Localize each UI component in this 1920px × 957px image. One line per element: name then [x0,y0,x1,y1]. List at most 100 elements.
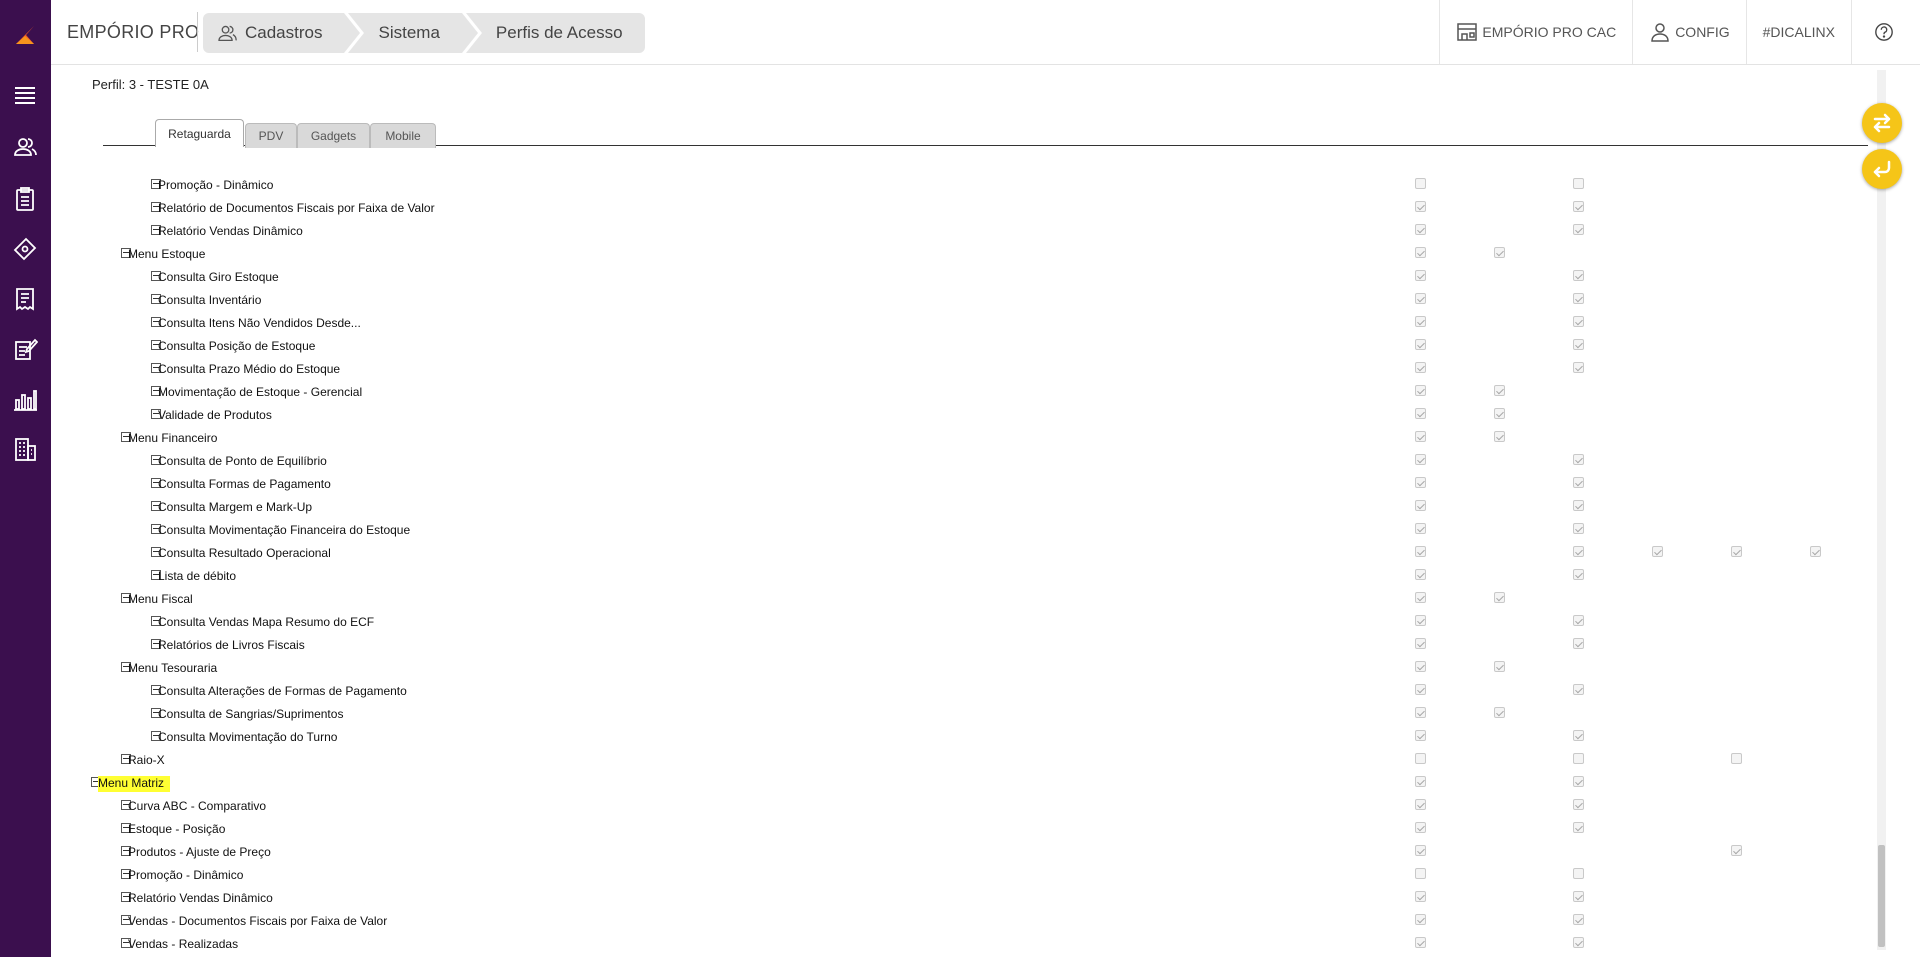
permission-checkbox[interactable] [1415,937,1426,948]
permission-checkbox[interactable] [1573,178,1584,189]
permission-checkbox[interactable] [1573,339,1584,350]
linx-logo-icon[interactable] [12,22,38,48]
permission-checkbox[interactable] [1415,385,1426,396]
permission-checkbox[interactable] [1573,937,1584,948]
permission-checkbox[interactable] [1573,891,1584,902]
permission-checkbox[interactable] [1415,891,1426,902]
permission-checkbox[interactable] [1415,638,1426,649]
help-button[interactable] [1851,0,1920,64]
tab-mobile[interactable]: Mobile [370,123,436,148]
breadcrumb-perfis-de-acesso[interactable]: Perfis de Acesso [465,13,645,53]
breadcrumb-sistema[interactable]: Sistema [348,13,479,53]
permission-checkbox[interactable] [1573,500,1584,511]
permission-checkbox[interactable] [1494,431,1505,442]
permission-checkbox[interactable] [1494,247,1505,258]
chart-icon[interactable] [12,386,38,412]
tag-icon[interactable] [12,236,38,262]
permission-checkbox[interactable] [1573,224,1584,235]
permission-checkbox[interactable] [1810,546,1821,557]
permission-checkbox[interactable] [1573,776,1584,787]
permission-checkbox[interactable] [1415,845,1426,856]
permission-checkbox[interactable] [1573,730,1584,741]
permission-checkbox[interactable] [1415,454,1426,465]
permission-checkbox[interactable] [1573,201,1584,212]
scrollbar-thumb[interactable] [1878,845,1885,947]
clipboard-icon[interactable] [12,186,38,212]
permission-checkbox[interactable] [1494,408,1505,419]
permission-checkbox[interactable] [1573,477,1584,488]
permission-checkbox[interactable] [1415,362,1426,373]
permission-checkbox[interactable] [1573,914,1584,925]
permission-checkbox[interactable] [1731,753,1742,764]
permission-checkbox[interactable] [1415,178,1426,189]
permission-checkbox[interactable] [1573,270,1584,281]
permission-checkbox[interactable] [1415,661,1426,672]
permission-checkbox[interactable] [1573,569,1584,580]
profile-label: Perfil: 3 - TESTE 0A [92,77,209,92]
permission-checkbox[interactable] [1415,914,1426,925]
permission-checkbox[interactable] [1415,523,1426,534]
permission-checkbox[interactable] [1415,684,1426,695]
building-icon[interactable] [12,436,38,462]
tab-pdv[interactable]: PDV [245,123,297,148]
config-link[interactable]: CONFIG [1632,0,1745,64]
permission-checkbox[interactable] [1415,224,1426,235]
permission-checkbox[interactable] [1573,523,1584,534]
tab-label: PDV [258,129,284,143]
permission-checkbox[interactable] [1415,753,1426,764]
permission-checkbox[interactable] [1415,408,1426,419]
permission-checkbox[interactable] [1415,247,1426,258]
permission-checkbox[interactable] [1731,546,1742,557]
permission-checkbox[interactable] [1415,730,1426,741]
permission-checkbox[interactable] [1415,799,1426,810]
permission-checkbox[interactable] [1415,293,1426,304]
permission-checkbox[interactable] [1415,477,1426,488]
permission-checkbox[interactable] [1573,293,1584,304]
permission-checkbox[interactable] [1652,546,1663,557]
tab-retaguarda[interactable]: Retaguarda [155,119,244,147]
permission-checkbox[interactable] [1415,201,1426,212]
permission-checkbox[interactable] [1494,661,1505,672]
permission-checkbox[interactable] [1494,707,1505,718]
permission-checkbox[interactable] [1415,500,1426,511]
permission-checkbox[interactable] [1573,316,1584,327]
emporio-pro-cac-link[interactable]: EMPÓRIO PRO CAC [1439,0,1632,64]
permission-checkbox[interactable] [1573,799,1584,810]
permission-checkbox[interactable] [1415,707,1426,718]
users-icon[interactable] [12,134,38,160]
menu-icon[interactable] [12,82,38,108]
permission-checkbox[interactable] [1415,270,1426,281]
permission-checkbox[interactable] [1573,454,1584,465]
permission-checkbox[interactable] [1415,339,1426,350]
permission-checkbox[interactable] [1573,684,1584,695]
permission-checkbox[interactable] [1415,776,1426,787]
permission-checkbox[interactable] [1573,362,1584,373]
permission-checkbox[interactable] [1573,638,1584,649]
permission-checkbox[interactable] [1573,868,1584,879]
scrollbar[interactable] [1877,70,1886,950]
permission-checkbox[interactable] [1415,546,1426,557]
permission-checkbox[interactable] [1415,615,1426,626]
tab-gadgets[interactable]: Gadgets [297,123,370,148]
permission-checkbox[interactable] [1415,822,1426,833]
permission-checkbox[interactable] [1415,431,1426,442]
permission-checkbox[interactable] [1415,569,1426,580]
tree-row-label: Consulta de Ponto de Equilíbrio [158,454,327,468]
receipt-icon[interactable] [12,286,38,312]
dicalinx-link[interactable]: #DICALINX [1745,0,1851,64]
permission-checkbox[interactable] [1494,385,1505,396]
permission-checkbox[interactable] [1415,868,1426,879]
breadcrumb-cadastros[interactable]: Cadastros [203,13,362,53]
permission-checkbox[interactable] [1573,615,1584,626]
permission-checkbox[interactable] [1573,753,1584,764]
tree-row: Consulta Formas de Pagamento [51,474,1881,497]
permission-checkbox[interactable] [1731,845,1742,856]
back-button[interactable] [1862,149,1902,189]
swap-button[interactable] [1862,103,1902,143]
permission-checkbox[interactable] [1494,592,1505,603]
permission-checkbox[interactable] [1573,546,1584,557]
permission-checkbox[interactable] [1415,592,1426,603]
edit-document-icon[interactable] [12,336,39,362]
permission-checkbox[interactable] [1573,822,1584,833]
permission-checkbox[interactable] [1415,316,1426,327]
